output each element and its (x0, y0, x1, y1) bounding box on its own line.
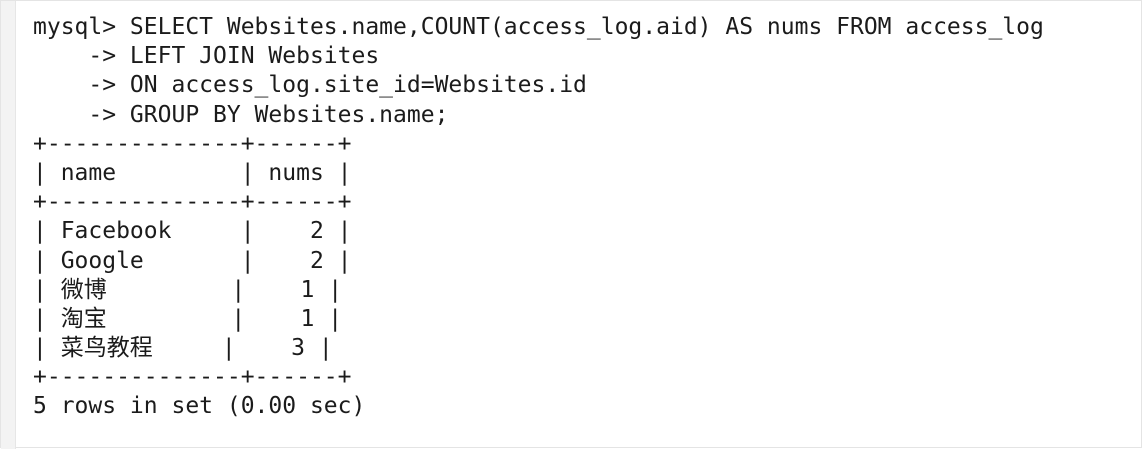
result-table-row: | Google | 2 | (33, 247, 352, 274)
result-table-header-divider: +--------------+------+ (33, 189, 352, 216)
result-table-row: | 微博 | 1 | (33, 276, 343, 303)
mysql-query-line-1: mysql> SELECT Websites.name,COUNT(access… (33, 14, 1044, 40)
result-table-header: | name | nums | (33, 159, 352, 186)
mysql-query-line-3: -> ON access_log.site_id=Websites.id (33, 72, 587, 99)
terminal-output: mysql> SELECT Websites.name,COUNT(access… (33, 13, 1044, 422)
result-table-row: | Facebook | 2 | (33, 218, 352, 245)
left-gutter (1, 1, 16, 449)
result-table-top-border: +--------------+------+ (33, 130, 352, 157)
result-table-row: | 淘宝 | 1 | (33, 305, 343, 332)
mysql-query-line-4: -> GROUP BY Websites.name; (33, 101, 449, 128)
result-table-bottom-border: +--------------+------+ (33, 364, 352, 391)
rows-summary: 5 rows in set (0.00 sec) (33, 393, 366, 420)
result-table-row: | 菜鸟教程 | 3 | (33, 335, 333, 362)
terminal-window: mysql> SELECT Websites.name,COUNT(access… (0, 0, 1142, 449)
mysql-query-line-2: -> LEFT JOIN Websites (33, 43, 380, 70)
